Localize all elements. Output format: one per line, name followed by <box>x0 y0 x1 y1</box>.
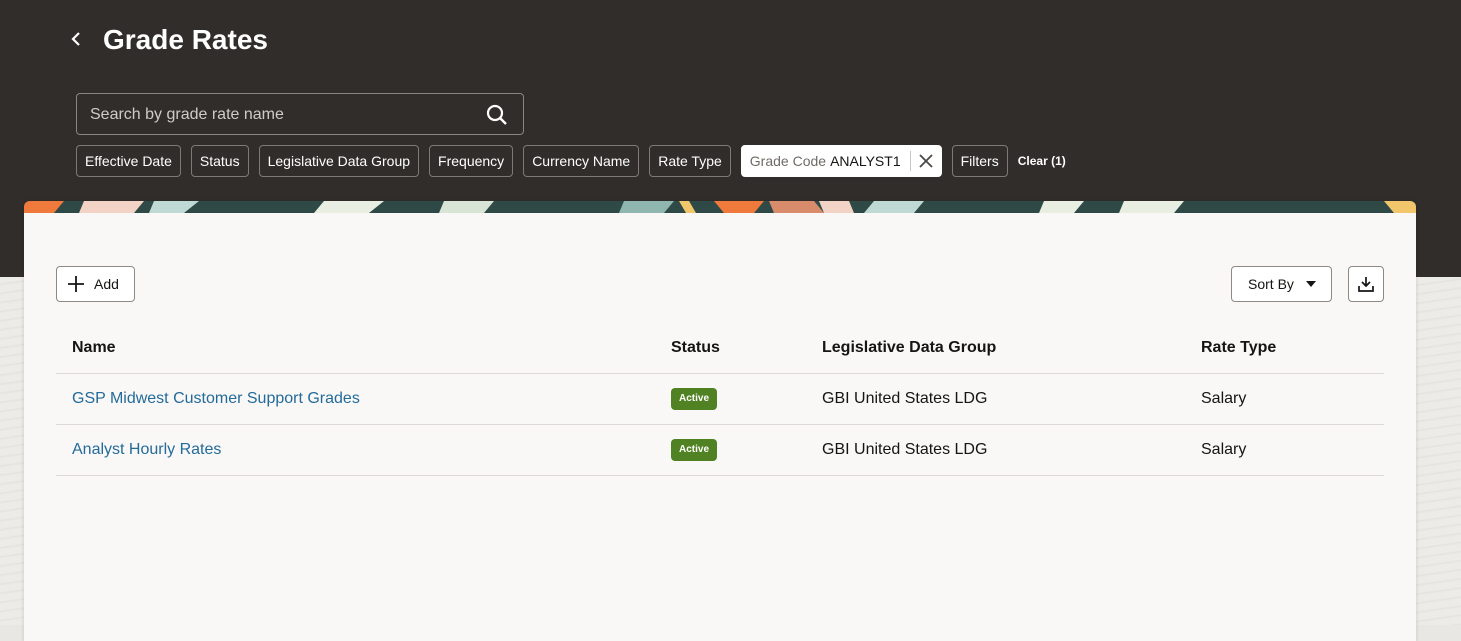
decorative-banner <box>24 201 1416 213</box>
column-header-status: Status <box>671 339 720 356</box>
active-filter-label: Grade Code <box>749 153 827 169</box>
add-button[interactable]: Add <box>56 266 135 302</box>
chip-divider <box>909 151 911 171</box>
caret-down-icon <box>1305 281 1316 287</box>
filter-chip-effective-date[interactable]: Effective Date <box>76 145 181 177</box>
download-button[interactable] <box>1348 266 1384 302</box>
filter-chip-rate-type[interactable]: Rate Type <box>649 145 731 177</box>
column-header-legislative-data-group: Legislative Data Group <box>822 339 997 356</box>
filter-chip-currency-name[interactable]: Currency Name <box>523 145 640 177</box>
filters-button[interactable]: Filters <box>951 145 1008 177</box>
close-icon[interactable] <box>918 154 933 168</box>
status-badge: Active <box>671 388 718 410</box>
grade-rates-table: Name Status Legislative Data Group Rate … <box>56 323 1384 476</box>
ldg-cell: GBI United States LDG <box>822 390 988 407</box>
table-header-row: Name Status Legislative Data Group Rate … <box>56 323 1384 374</box>
status-cell: Active <box>671 374 718 424</box>
grade-rate-name-link[interactable]: GSP Midwest Customer Support Grades <box>72 374 360 424</box>
search-box <box>76 93 524 135</box>
status-cell: Active <box>671 425 718 475</box>
column-header-name: Name <box>72 339 116 356</box>
table-row: Analyst Hourly Rates Active GBI United S… <box>56 425 1384 476</box>
back-button[interactable] <box>64 26 88 52</box>
status-badge: Active <box>671 439 718 461</box>
filter-chip-status[interactable]: Status <box>190 145 249 177</box>
download-icon <box>1358 277 1374 292</box>
plus-icon <box>68 276 84 292</box>
search-icon[interactable] <box>485 103 509 127</box>
rate-type-cell: Salary <box>1201 390 1247 407</box>
results-card: Add Sort By Name Status Legislative Data… <box>24 201 1416 641</box>
back-chevron-icon <box>71 32 80 46</box>
filter-chip-grade-code[interactable]: Grade Code ANALYST1 <box>740 145 942 177</box>
filter-chip-bar: Effective Date Status Legislative Data G… <box>76 145 1066 177</box>
ldg-cell: GBI United States LDG <box>822 441 988 458</box>
search-input[interactable] <box>88 102 472 128</box>
sort-by-label: Sort By <box>1248 276 1294 292</box>
clear-filters-link[interactable]: Clear (1) <box>1018 154 1066 168</box>
add-button-label: Add <box>94 276 119 292</box>
grade-rate-name-link[interactable]: Analyst Hourly Rates <box>72 425 221 475</box>
filter-chip-frequency[interactable]: Frequency <box>429 145 514 177</box>
rate-type-cell: Salary <box>1201 441 1247 458</box>
page-title: Grade Rates <box>103 24 268 55</box>
filter-chip-legislative-data-group[interactable]: Legislative Data Group <box>258 145 420 177</box>
active-filter-value: ANALYST1 <box>830 153 901 169</box>
sort-by-dropdown[interactable]: Sort By <box>1231 266 1332 302</box>
column-header-rate-type: Rate Type <box>1201 339 1277 356</box>
table-row: GSP Midwest Customer Support Grades Acti… <box>56 374 1384 425</box>
